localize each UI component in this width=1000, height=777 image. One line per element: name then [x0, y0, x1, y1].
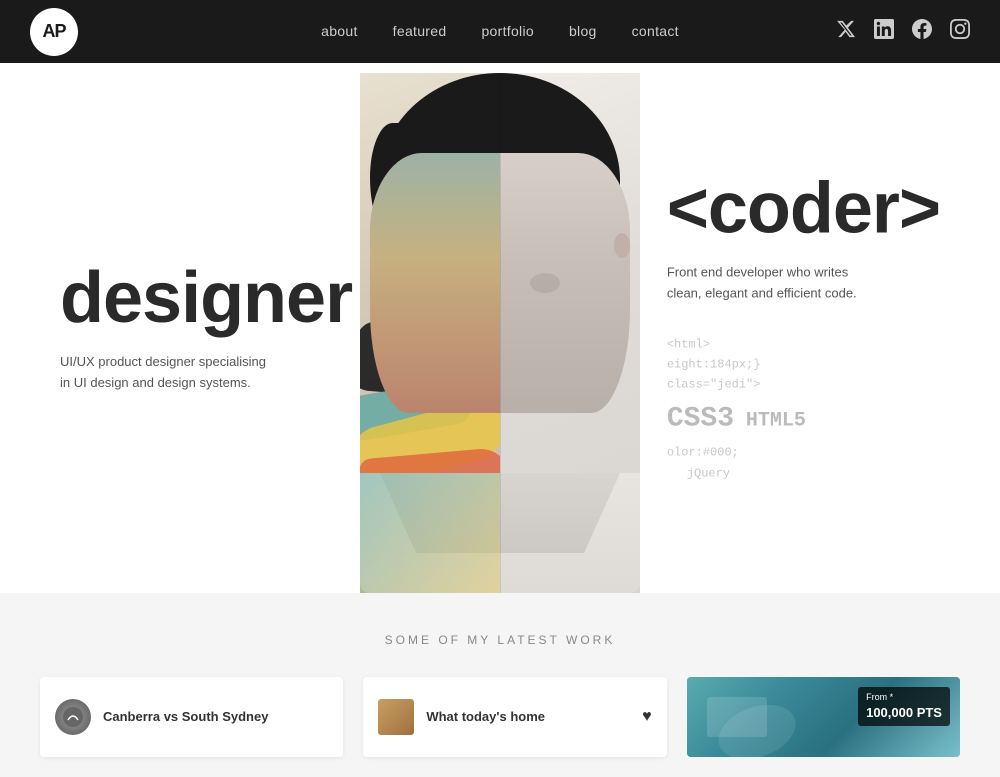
work-card-canberra[interactable]: Canberra vs South Sydney: [40, 677, 343, 757]
from-label: From *: [866, 692, 893, 702]
social-links: [836, 19, 970, 44]
card-title: What today's home: [426, 709, 545, 726]
work-card-home[interactable]: What today's home ♥: [363, 677, 666, 757]
pts-value: 100,000 PTS: [866, 704, 942, 722]
designer-title: designer: [60, 262, 352, 334]
hero-right: <coder> Front end developer who writes c…: [667, 172, 940, 483]
face-right: [500, 153, 630, 413]
shirt-color-left: [360, 473, 500, 593]
twitter-icon[interactable]: [836, 19, 856, 44]
heart-icon: ♥: [642, 708, 652, 726]
site-logo[interactable]: AP: [30, 8, 78, 56]
card-thumbnail: [55, 699, 91, 735]
hero-left: designer UI/UX product designer speciali…: [60, 262, 352, 394]
navbar: AP about featured portfolio blog contact: [0, 0, 1000, 63]
designer-desc: UI/UX product designer specialising in U…: [60, 352, 270, 394]
code-watermark: <html> eight:184px;} class="jedi"> CSS3 …: [667, 334, 940, 484]
section-title: SOME OF MY LATEST WORK: [0, 633, 1000, 647]
coder-title: <coder>: [667, 172, 940, 244]
work-cards: Canberra vs South Sydney What today's ho…: [0, 677, 1000, 757]
nav-about[interactable]: about: [321, 23, 358, 39]
nav-featured[interactable]: featured: [393, 23, 447, 39]
card-title: Canberra vs South Sydney: [103, 709, 268, 726]
nav-links: about featured portfolio blog contact: [321, 23, 679, 41]
portrait-divider: [500, 73, 501, 593]
nose-shadow: [530, 273, 560, 293]
card-thumbnail: [378, 699, 414, 735]
hero-portrait: [360, 73, 640, 593]
ear: [614, 233, 630, 258]
coder-desc: Front end developer who writes clean, el…: [667, 262, 877, 304]
nav-contact[interactable]: contact: [632, 23, 679, 39]
hero-section: designer UI/UX product designer speciali…: [0, 63, 1000, 593]
nav-portfolio[interactable]: portfolio: [481, 23, 534, 39]
facebook-icon[interactable]: [912, 19, 932, 44]
points-badge: From * 100,000 PTS: [858, 687, 950, 726]
work-card-points[interactable]: From * 100,000 PTS: [687, 677, 960, 757]
linkedin-icon[interactable]: [874, 19, 894, 44]
latest-work-section: SOME OF MY LATEST WORK Canberra vs South…: [0, 593, 1000, 777]
face-left-color: [370, 153, 500, 413]
instagram-icon[interactable]: [950, 19, 970, 44]
nav-blog[interactable]: blog: [569, 23, 597, 39]
